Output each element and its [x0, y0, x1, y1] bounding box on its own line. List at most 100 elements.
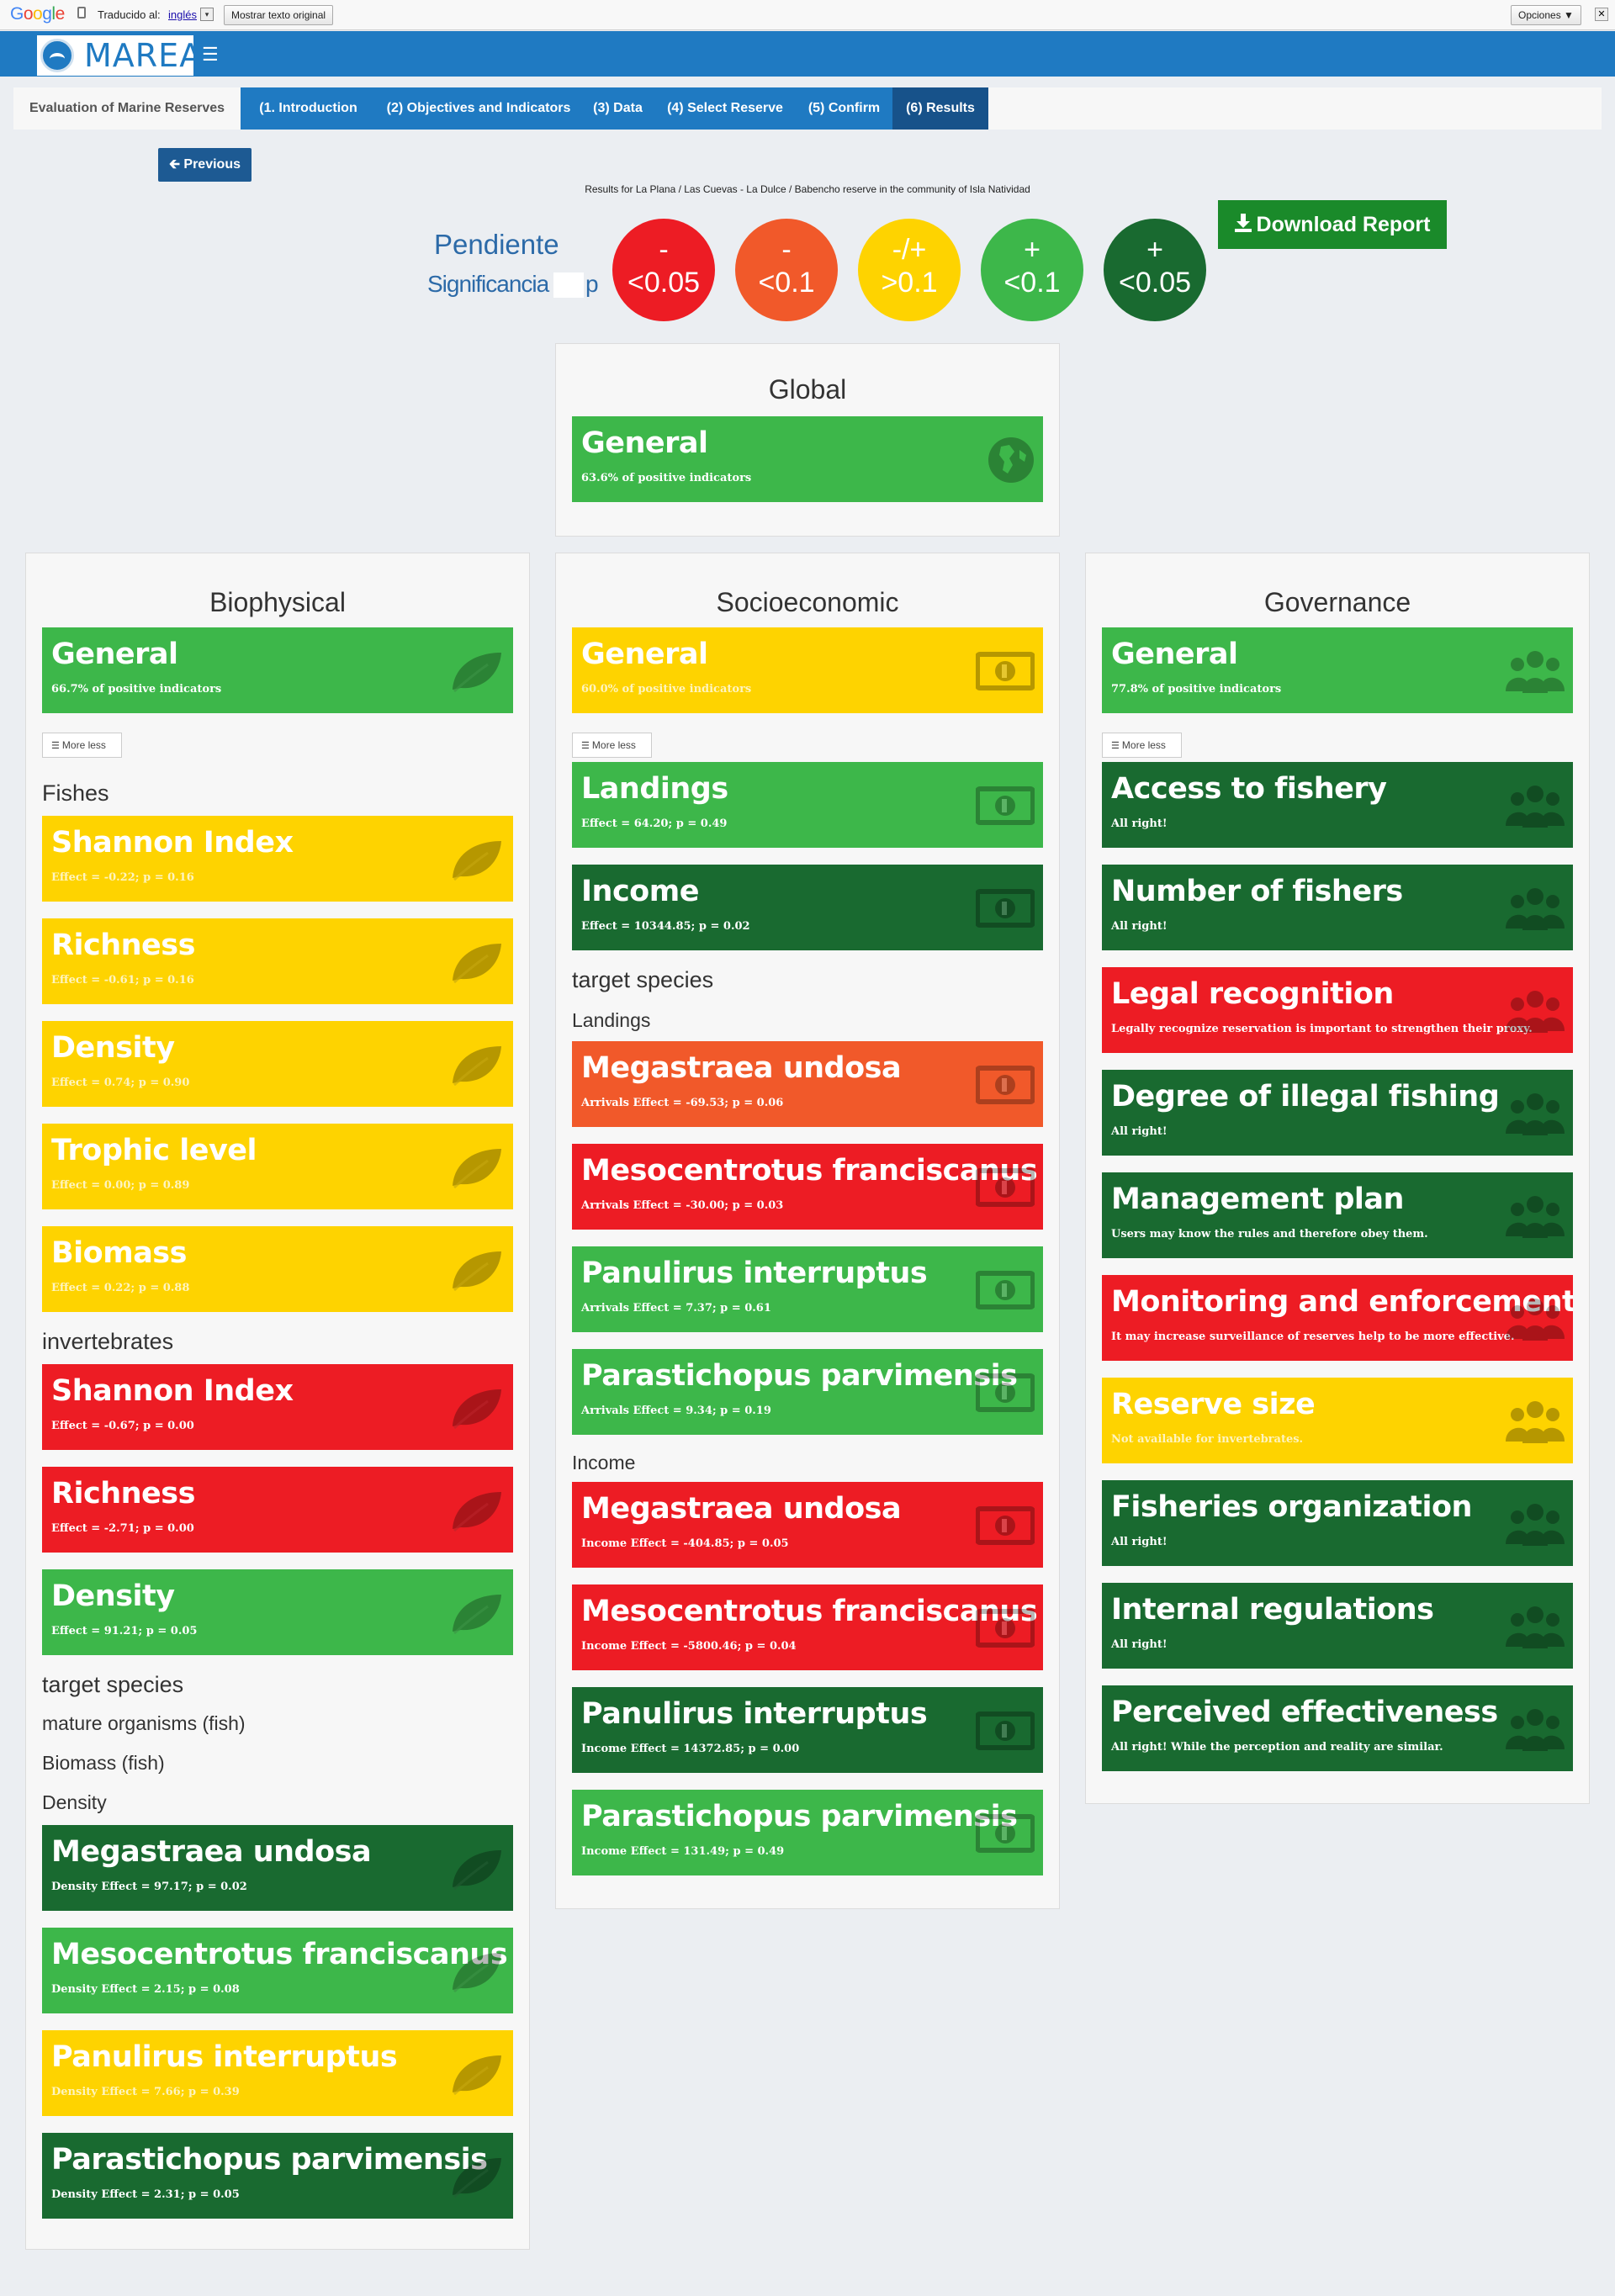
- density-mesocentrotus-franciscanus-card[interactable]: Mesocentrotus franciscanus Density Effect…: [42, 1928, 513, 2013]
- options-button[interactable]: Opciones ▼: [1511, 5, 1581, 25]
- landings-label: Landings: [572, 1009, 651, 1031]
- governance-panel: Governance General 77.8% of positive indi…: [1085, 553, 1590, 1804]
- people-group-icon: [1506, 786, 1565, 828]
- tab-select-reserve[interactable]: (4) Select Reserve: [654, 87, 796, 130]
- leaf-icon: [451, 1492, 501, 1532]
- governance-reserve-size-card[interactable]: Reserve size Not available for invertebra…: [1102, 1378, 1573, 1463]
- tab-introduction[interactable]: (1. Introduction: [241, 87, 376, 130]
- landings-panulirus-interruptus-card[interactable]: Panulirus interruptus Arrivals Effect = 7…: [572, 1246, 1043, 1332]
- marea-logo[interactable]: MAREA: [37, 35, 201, 76]
- card-subtitle: Income Effect = 14372.85; p = 0.00: [581, 1743, 800, 1755]
- invertebrate-shannon-index-card[interactable]: Shannon Index Effect = -0.67; p = 0.00: [42, 1364, 513, 1450]
- governance-management-plan-card[interactable]: Management plan Users may know the rules …: [1102, 1172, 1573, 1258]
- hamburger-menu-icon[interactable]: ☰: [202, 44, 219, 66]
- governance-perceived-effectiveness-card[interactable]: Perceived effectiveness All right! While …: [1102, 1685, 1573, 1771]
- translated-to-label: Traducido al:: [98, 8, 161, 21]
- card-subtitle: Density Effect = 97.17; p = 0.02: [51, 1881, 247, 1893]
- landings-mesocentrotus-franciscanus-card[interactable]: Mesocentrotus franciscanus Arrivals Effec…: [572, 1144, 1043, 1230]
- money-icon: [976, 1609, 1035, 1648]
- legend-threshold: <0.1: [1003, 267, 1061, 299]
- invertebrate-density-card[interactable]: Density Effect = 91.21; p = 0.05: [42, 1569, 513, 1655]
- language-dropdown-icon[interactable]: ▾: [200, 8, 214, 21]
- governance-legal-recognition-card[interactable]: Legal recognition Legally recognize reser…: [1102, 967, 1573, 1053]
- legend-sign: -/+: [892, 234, 927, 266]
- fish-trophic-level-card[interactable]: Trophic level Effect = 0.00; p = 0.89: [42, 1124, 513, 1209]
- legend-sign: -: [781, 234, 792, 266]
- density-megastraea-undosa-card[interactable]: Megastraea undosa Density Effect = 97.17;…: [42, 1825, 513, 1911]
- more-less-button[interactable]: ☰ More less: [572, 733, 652, 758]
- governance-monitoring-and-enforcement-card[interactable]: Monitoring and enforcement It may increas…: [1102, 1275, 1573, 1361]
- invertebrate-richness-card[interactable]: Richness Effect = -2.71; p = 0.00: [42, 1467, 513, 1553]
- governance-fisheries-organization-card[interactable]: Fisheries organization All right!: [1102, 1480, 1573, 1566]
- fish-shannon-index-card[interactable]: Shannon Index Effect = -0.22; p = 0.16: [42, 816, 513, 902]
- close-icon[interactable]: ✕: [1595, 8, 1608, 21]
- income-mesocentrotus-franciscanus-card[interactable]: Mesocentrotus franciscanus Income Effect …: [572, 1584, 1043, 1670]
- show-original-button[interactable]: Mostrar texto original: [224, 5, 334, 25]
- income-panulirus-interruptus-card[interactable]: Panulirus interruptus Income Effect = 143…: [572, 1687, 1043, 1773]
- biophysical-general-card[interactable]: General 66.7% of positive indicators: [42, 627, 513, 713]
- card-subtitle: Effect = 0.00; p = 0.89: [51, 1179, 190, 1192]
- card-title: Mesocentrotus franciscanus: [51, 1938, 508, 1971]
- income-megastraea-undosa-card[interactable]: Megastraea undosa Income Effect = -404.85…: [572, 1482, 1043, 1568]
- card-subtitle: Arrivals Effect = 9.34; p = 0.19: [581, 1405, 771, 1417]
- card-subtitle: 66.7% of positive indicators: [51, 683, 222, 696]
- download-report-label: Download Report: [1256, 213, 1431, 236]
- legend-circle: + <0.05: [1104, 219, 1206, 321]
- tab-objectives-indicators[interactable]: (2) Objectives and Indicators: [376, 87, 581, 130]
- leaf-icon: [451, 944, 501, 984]
- money-icon: [976, 1814, 1035, 1853]
- card-title: Density: [51, 1031, 175, 1065]
- card-title: Panulirus interruptus: [581, 1697, 928, 1731]
- card-subtitle: Users may know the rules and therefore o…: [1111, 1228, 1428, 1241]
- socioeconomic-general-card[interactable]: General 60.0% of positive indicators: [572, 627, 1043, 713]
- card-subtitle: All right!: [1111, 1125, 1168, 1138]
- governance-number-of-fishers-card[interactable]: Number of fishers All right!: [1102, 865, 1573, 950]
- card-title: General: [1111, 637, 1238, 671]
- card-title: General: [51, 637, 178, 671]
- tab-evaluation[interactable]: Evaluation of Marine Reserves: [13, 87, 241, 130]
- income-parastichopus-parvimensis-card[interactable]: Parastichopus parvimensis Income Effect =…: [572, 1790, 1043, 1875]
- density-panulirus-interruptus-card[interactable]: Panulirus interruptus Density Effect = 7.…: [42, 2030, 513, 2116]
- fish-richness-card[interactable]: Richness Effect = -0.61; p = 0.16: [42, 918, 513, 1004]
- tab-data[interactable]: (3) Data: [581, 87, 654, 130]
- card-title: Shannon Index: [51, 1374, 294, 1408]
- top-navbar: [0, 31, 1615, 77]
- fish-biomass-card[interactable]: Biomass Effect = 0.22; p = 0.88: [42, 1226, 513, 1312]
- governance-title: Governance: [1263, 587, 1411, 617]
- step-tabs: Evaluation of Marine Reserves (1. Introd…: [13, 87, 1602, 130]
- governance-degree-of-illegal-fishing-card[interactable]: Degree of illegal fishing All right!: [1102, 1070, 1573, 1156]
- card-title: Trophic level: [51, 1134, 257, 1167]
- income-card[interactable]: Income Effect = 10344.85; p = 0.02: [572, 865, 1043, 950]
- card-subtitle: 63.6% of positive indicators: [581, 472, 752, 484]
- global-general-card[interactable]: General 63.6% of positive indicators: [572, 416, 1043, 502]
- governance-general-card[interactable]: General 77.8% of positive indicators: [1102, 627, 1573, 713]
- card-title: General: [581, 637, 708, 671]
- density-parastichopus-parvimensis-card[interactable]: Parastichopus parvimensis Density Effect …: [42, 2133, 513, 2219]
- language-link[interactable]: inglés: [168, 8, 197, 21]
- landings-card[interactable]: Landings Effect = 64.20; p = 0.49: [572, 762, 1043, 848]
- leaf-icon: [451, 1149, 501, 1189]
- card-subtitle: All right! While the perception and real…: [1111, 1741, 1443, 1754]
- download-report-button[interactable]: Download Report: [1218, 200, 1447, 249]
- landings-megastraea-undosa-card[interactable]: Megastraea undosa Arrivals Effect = -69.5…: [572, 1041, 1043, 1127]
- card-subtitle: Effect = 0.22; p = 0.88: [51, 1282, 190, 1294]
- money-icon: [976, 652, 1035, 690]
- governance-internal-regulations-card[interactable]: Internal regulations All right!: [1102, 1583, 1573, 1669]
- leaf-icon: [451, 1595, 501, 1635]
- fish-density-card[interactable]: Density Effect = 0.74; p = 0.90: [42, 1021, 513, 1107]
- card-subtitle: Legally recognize reservation is importa…: [1111, 1023, 1533, 1035]
- more-less-button[interactable]: ☰ More less: [42, 733, 122, 758]
- tab-results[interactable]: (6) Results: [892, 87, 988, 130]
- card-title: Richness: [51, 1477, 195, 1510]
- more-less-label: More less: [591, 739, 636, 751]
- money-icon: [976, 1373, 1035, 1412]
- more-less-button[interactable]: ☰ More less: [1102, 733, 1182, 758]
- tab-confirm[interactable]: (5) Confirm: [796, 87, 892, 130]
- legend-threshold: <0.05: [627, 267, 701, 299]
- landings-parastichopus-parvimensis-card[interactable]: Parastichopus parvimensis Arrivals Effect…: [572, 1349, 1043, 1435]
- card-subtitle: Not available for invertebrates.: [1111, 1433, 1304, 1446]
- governance-access-to-fishery-card[interactable]: Access to fishery All right!: [1102, 762, 1573, 848]
- previous-button[interactable]: 🡰 Previous: [158, 148, 252, 182]
- leaf-icon: [451, 1251, 501, 1292]
- money-icon: [976, 1066, 1035, 1104]
